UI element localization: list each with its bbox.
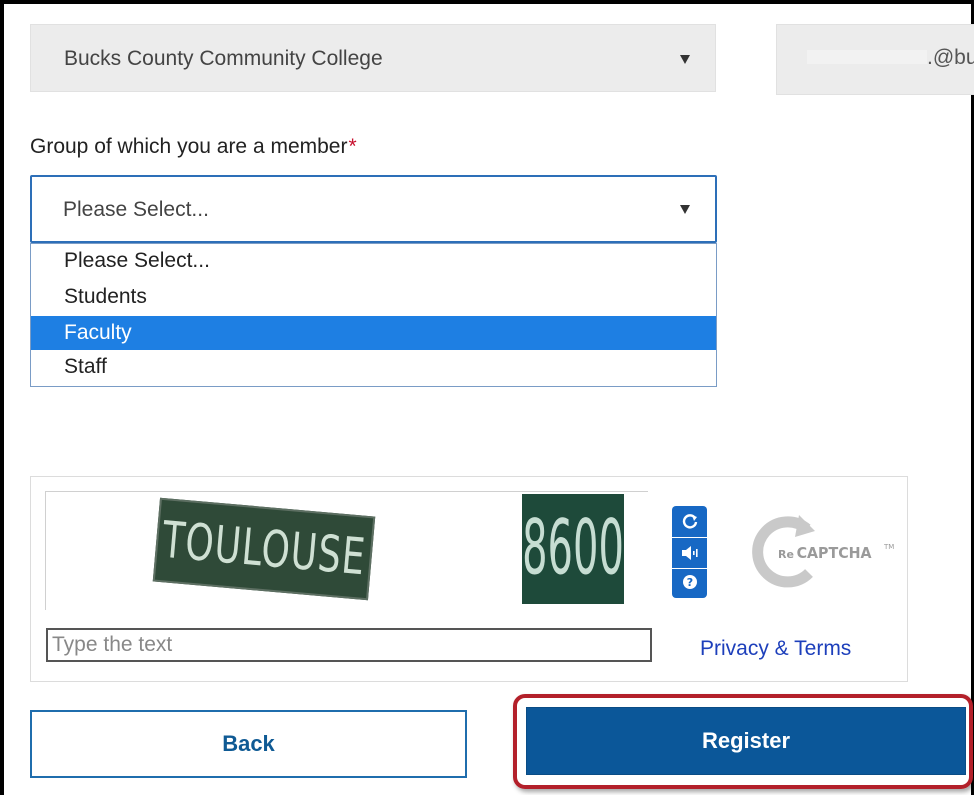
dropdown-option-please-select[interactable]: Please Select... — [31, 244, 716, 278]
recaptcha-logo-text: CAPTCHA — [797, 545, 873, 562]
recaptcha-logo-re: Re — [778, 548, 794, 561]
audio-icon[interactable] — [672, 537, 707, 569]
captcha-word-2: 8600 — [522, 505, 624, 593]
chevron-down-icon — [680, 205, 690, 214]
email-field[interactable]: .@bu — [776, 24, 974, 95]
group-select[interactable]: Please Select... — [30, 175, 717, 243]
required-marker: * — [348, 135, 357, 158]
captcha-controls: ? — [672, 506, 707, 598]
group-label-text: Group of which you are a member — [30, 135, 348, 158]
recaptcha-logo-tm: TM — [883, 543, 894, 551]
group-dropdown-list: Please Select... Students Faculty Staff — [30, 243, 717, 387]
group-label: Group of which you are a member* — [30, 135, 357, 159]
back-button[interactable]: Back — [30, 710, 467, 778]
group-select-value: Please Select... — [63, 198, 209, 221]
privacy-terms-link[interactable]: Privacy & Terms — [700, 637, 851, 661]
captcha-number-sign: 8600 — [522, 494, 624, 604]
dropdown-option-staff[interactable]: Staff — [31, 350, 716, 384]
email-domain-suffix: .@bu — [927, 46, 974, 69]
institution-select[interactable]: Bucks County Community College — [30, 24, 716, 92]
captcha-text-input[interactable] — [46, 628, 652, 662]
dropdown-option-students[interactable]: Students — [31, 280, 716, 314]
captcha-widget: TOULOUSE 8600 ? Re CAPTCHA TM Type the t… — [30, 476, 908, 682]
captcha-word-sign: TOULOUSE — [152, 497, 376, 601]
dropdown-option-faculty[interactable]: Faculty — [31, 316, 716, 350]
svg-text:?: ? — [686, 576, 692, 589]
recaptcha-logo: Re CAPTCHA TM — [751, 507, 901, 597]
email-username-masked — [807, 50, 927, 64]
chevron-down-icon — [680, 55, 690, 64]
captcha-word-1: TOULOUSE — [160, 511, 368, 587]
register-button[interactable]: Register — [526, 707, 966, 775]
captcha-image: TOULOUSE 8600 — [45, 491, 648, 610]
refresh-icon[interactable] — [672, 507, 707, 537]
institution-select-value: Bucks County Community College — [64, 47, 383, 70]
help-icon[interactable]: ? — [672, 567, 707, 597]
